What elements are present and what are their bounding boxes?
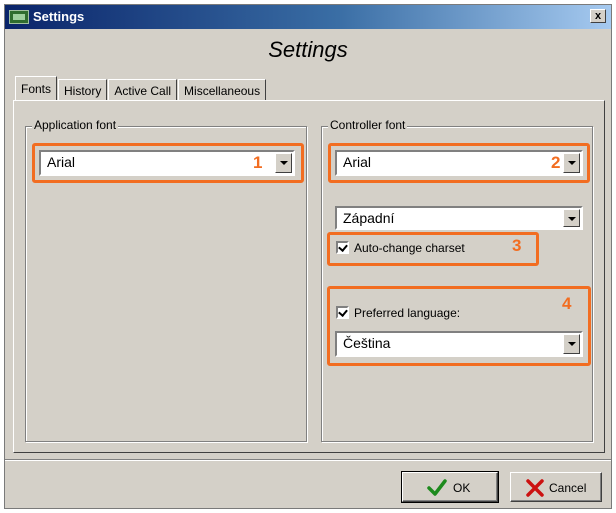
ok-button-label: OK <box>453 481 471 495</box>
charset-select[interactable]: Západní <box>335 206 583 230</box>
tab-history[interactable]: History <box>58 79 108 101</box>
preferred-language-value: Čeština <box>343 335 391 351</box>
tab-bar: Fonts History Active Call Miscellaneous <box>15 76 267 101</box>
cancel-button[interactable]: Cancel <box>510 472 602 502</box>
tab-fonts[interactable]: Fonts <box>15 76 58 101</box>
marker-3: 3 <box>512 236 522 255</box>
settings-window: Settings x Settings Fonts History Active… <box>4 4 612 509</box>
preferred-language-select[interactable]: Čeština <box>335 331 583 357</box>
marker-1: 1 <box>253 153 263 172</box>
dropdown-arrow-icon[interactable] <box>275 153 292 173</box>
footer-separator <box>5 459 611 461</box>
marker-4: 4 <box>562 294 572 313</box>
tab-miscellaneous[interactable]: Miscellaneous <box>178 79 267 101</box>
page-title: Settings <box>268 37 348 62</box>
window-title: Settings <box>33 9 85 24</box>
application-font-label: Application font <box>32 118 119 132</box>
charset-value: Západní <box>343 210 395 226</box>
title-bar: Settings x <box>5 5 611 29</box>
cancel-button-label: Cancel <box>549 481 587 495</box>
checkmark-icon <box>427 479 447 496</box>
close-icon[interactable]: x <box>590 9 606 23</box>
dropdown-arrow-icon[interactable] <box>563 209 580 227</box>
application-font-value: Arial <box>47 154 76 170</box>
controller-font-select[interactable]: Arial 2 <box>335 150 583 176</box>
tab-active-call[interactable]: Active Call <box>108 79 178 101</box>
dropdown-arrow-icon[interactable] <box>563 153 580 173</box>
dropdown-arrow-icon[interactable] <box>563 334 580 354</box>
fonts-tab-panel: Application font Arial 1 Controller font… <box>13 100 605 453</box>
auto-change-charset-label: Auto-change charset <box>354 241 465 255</box>
app-icon <box>9 10 29 24</box>
preferred-language-checkbox[interactable] <box>336 306 349 319</box>
auto-change-charset-checkbox[interactable] <box>336 241 349 254</box>
application-font-select[interactable]: Arial 1 <box>39 150 295 176</box>
x-icon <box>526 479 544 497</box>
marker-2: 2 <box>551 153 561 172</box>
controller-font-value: Arial <box>343 154 372 170</box>
preferred-language-label: Preferred language: <box>354 306 461 320</box>
ok-button[interactable]: OK <box>401 471 499 503</box>
controller-font-label: Controller font <box>328 118 408 132</box>
